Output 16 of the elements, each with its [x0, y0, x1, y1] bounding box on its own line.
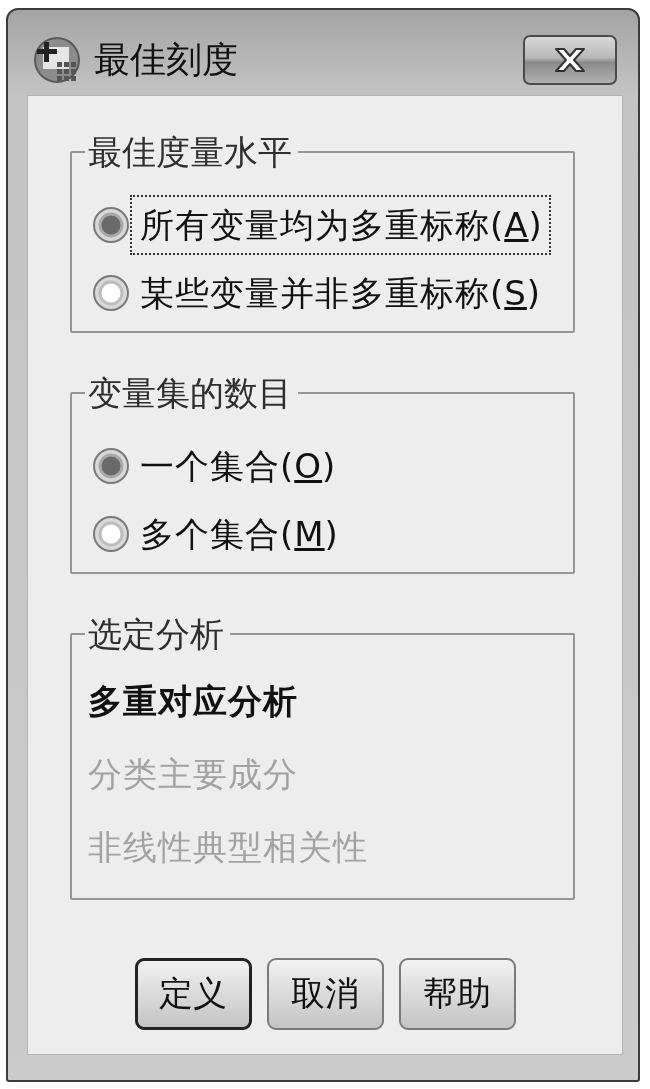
close-button[interactable] [523, 35, 617, 85]
radio-option[interactable]: 一个集合(O) [92, 435, 345, 497]
analysis-label: 多重对应分析 [88, 680, 298, 723]
radio-option[interactable]: 某些变量并非多重标称(S) [92, 262, 550, 324]
dialog-button[interactable]: 取消 [266, 958, 384, 1030]
window-title: 最佳刻度 [94, 38, 239, 82]
group-title: 选定分析 [87, 614, 225, 654]
dialog-button[interactable]: 帮助 [398, 958, 516, 1030]
close-icon [552, 47, 588, 73]
grid-plus-icon [33, 36, 81, 84]
dialog-button[interactable]: 定义 [134, 958, 252, 1030]
analysis-label: 分类主要成分 [88, 753, 298, 796]
analysis-label: 非线性典型相关性 [88, 826, 368, 869]
group-title: 变量集的数目 [87, 373, 293, 413]
radio-option[interactable]: 多个集合(M) [92, 503, 347, 565]
group-title: 最佳度量水平 [87, 132, 293, 172]
